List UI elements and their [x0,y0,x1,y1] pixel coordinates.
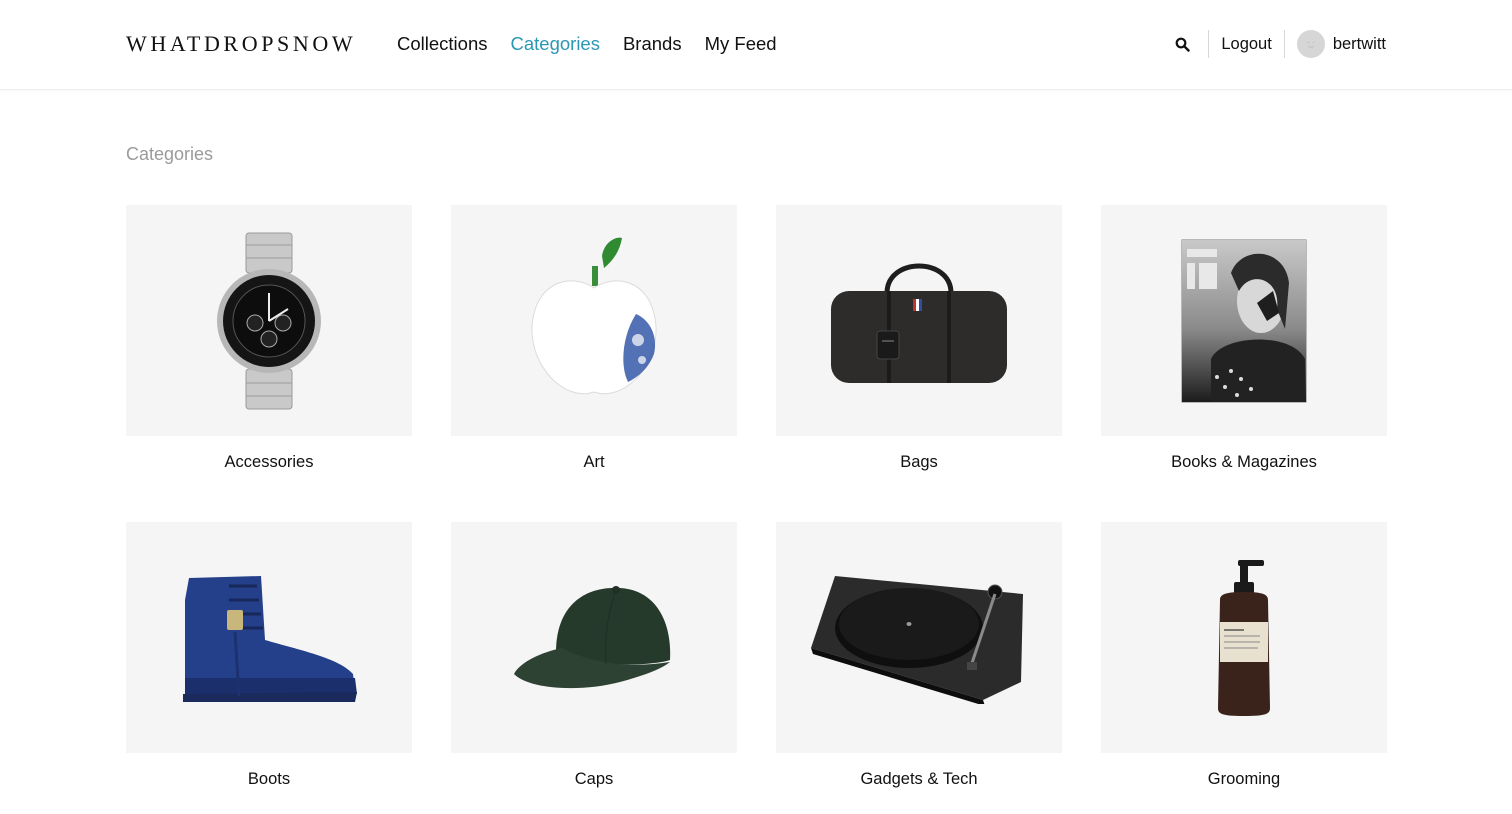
boot-icon [183,575,357,702]
category-card-bags[interactable]: Bags [776,205,1062,522]
category-image [451,522,737,753]
soap-bottle-icon [1218,559,1270,716]
category-card-caps[interactable]: Caps [451,522,737,814]
nav-brands[interactable]: Brands [623,33,682,55]
category-card-art[interactable]: Art [451,205,737,522]
category-image [776,522,1062,753]
category-image [1101,205,1387,436]
magazine-icon [1181,239,1307,402]
category-card-boots[interactable]: Boots [126,522,412,814]
divider [1208,30,1210,58]
category-label: Art [583,453,605,471]
category-label: Grooming [1207,770,1281,788]
search-icon[interactable] [1168,28,1196,60]
nav-categories[interactable]: Categories [511,33,600,55]
turntable-icon [811,575,1023,704]
divider [1283,30,1285,58]
top-header: WHATDROPSNOW Collections Categories Bran… [0,0,1512,90]
category-label: Books & Magazines [1171,453,1317,471]
category-image [126,522,412,753]
nav-collections[interactable]: Collections [397,33,488,55]
category-label: Boots [247,770,291,788]
category-image [126,205,412,436]
category-label: Caps [574,770,614,788]
category-card-gadgets-tech[interactable]: Gadgets & Tech [776,522,1062,814]
category-card-books-magazines[interactable]: Books & Magazines [1101,205,1387,522]
category-image [776,205,1062,436]
category-label: Gadgets & Tech [860,770,978,788]
page-title: Categories [126,144,214,164]
site-logo[interactable]: WHATDROPSNOW [126,31,356,57]
logout-link[interactable]: Logout [1221,35,1271,54]
category-label: Bags [900,453,938,471]
category-image [1101,522,1387,753]
category-card-accessories[interactable]: Accessories [126,205,412,522]
avatar[interactable] [1296,30,1325,58]
cap-icon [514,585,671,688]
username[interactable]: bertwitt [1333,35,1386,54]
category-grid: Accessories Art Bags Books & Magazines B… [126,205,1387,814]
apple-sculpture-icon [531,237,657,394]
nav-my-feed[interactable]: My Feed [705,33,777,55]
watch-icon [217,232,321,409]
main-nav: Collections Categories Brands My Feed [397,33,777,55]
category-card-grooming[interactable]: Grooming [1101,522,1387,814]
duffel-bag-icon [831,263,1007,383]
header-actions: Logout bertwitt [1168,28,1386,60]
category-image [451,205,737,436]
category-label: Accessories [224,453,314,471]
